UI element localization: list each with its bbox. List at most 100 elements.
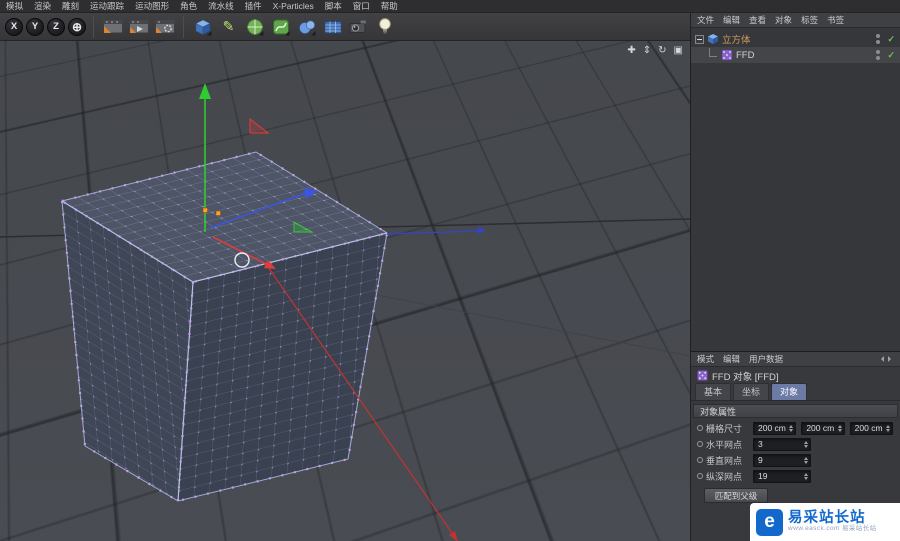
om-menu-bookmarks[interactable]: 书签 — [827, 14, 844, 26]
vertical-points-label: 垂直网点 — [706, 455, 743, 466]
am-menu-userdata[interactable]: 用户数据 — [749, 353, 783, 365]
render-visibility-dot[interactable] — [876, 56, 881, 60]
spinner-icon[interactable] — [804, 456, 808, 464]
grid-size-z-value: 200 cm — [854, 423, 883, 433]
menu-item-mograph[interactable]: 运动图形 — [135, 0, 169, 12]
am-menu-edit[interactable]: 编辑 — [723, 353, 740, 365]
horizontal-points-field[interactable]: 3 — [753, 437, 811, 451]
keyframe-dot-icon[interactable] — [697, 425, 703, 431]
subdivision-surface-button[interactable] — [243, 15, 266, 38]
selected-ffd-point[interactable] — [215, 210, 221, 216]
enabled-check-icon[interactable]: ✓ — [887, 50, 895, 61]
light-button[interactable] — [373, 15, 396, 38]
menu-item-character[interactable]: 角色 — [180, 0, 197, 12]
render-view-button[interactable] — [101, 15, 124, 38]
keyframe-dot-icon[interactable] — [697, 441, 703, 447]
grid-size-x-field[interactable]: 200 cm — [753, 421, 797, 435]
camera-button[interactable] — [347, 15, 370, 38]
object-row-cube[interactable]: 立方体 ✓ — [691, 31, 900, 47]
menu-item-script[interactable]: 脚本 — [325, 0, 342, 12]
pen-spline-button[interactable]: ✎ — [217, 15, 240, 38]
enabled-check-icon[interactable]: ✓ — [887, 34, 895, 45]
render-settings-button[interactable] — [153, 15, 176, 38]
perspective-viewport[interactable]: ✚ ⇕ ↻ ▣ — [0, 41, 690, 541]
menu-item-plugins[interactable]: 插件 — [245, 0, 262, 12]
render-visibility-dot[interactable] — [876, 40, 881, 44]
menu-item-xparticles[interactable]: X-Particles — [273, 1, 314, 11]
keyframe-dot-icon[interactable] — [697, 457, 703, 463]
menu-item-sculpt[interactable]: 雕刻 — [62, 0, 79, 12]
om-menu-objects[interactable]: 对象 — [775, 14, 792, 26]
grid-size-y-field[interactable]: 200 cm — [801, 421, 845, 435]
history-back-icon[interactable] — [878, 356, 884, 362]
grid-size-z-field[interactable]: 200 cm — [849, 421, 893, 435]
keyframe-dot-icon[interactable] — [697, 473, 703, 479]
om-menu-view[interactable]: 查看 — [749, 14, 766, 26]
menu-item-pipeline[interactable]: 流水线 — [208, 0, 234, 12]
zoom-view-icon[interactable]: ⇕ — [643, 45, 651, 56]
cube-primitive-icon — [194, 19, 211, 35]
selected-ffd-point[interactable] — [202, 207, 208, 213]
tab-object[interactable]: 对象 — [771, 383, 808, 400]
menu-item-help[interactable]: 帮助 — [381, 0, 398, 12]
viewport-controls: ✚ ⇕ ↻ ▣ — [627, 45, 683, 56]
rotate-view-icon[interactable]: ↻ — [658, 45, 666, 56]
ffd-object-icon — [697, 370, 708, 381]
toolbar-separator — [183, 15, 184, 38]
watermark: e 易采站长站 www.easck.com 易采站长站 — [750, 503, 900, 541]
render-view-icon — [102, 19, 123, 34]
render-active-view-button[interactable] — [127, 15, 150, 38]
spinner-icon[interactable] — [885, 424, 890, 432]
volume-builder-button[interactable] — [295, 15, 318, 38]
object-name-ffd[interactable]: FFD — [736, 50, 754, 61]
primitive-cube-button[interactable] — [191, 15, 214, 38]
expand-collapse-icon[interactable] — [695, 34, 704, 44]
om-menu-tags[interactable]: 标签 — [801, 14, 818, 26]
depth-points-row: 纵深网点 19 — [691, 468, 900, 484]
pan-view-icon[interactable]: ✚ — [627, 45, 635, 56]
render-settings-icon — [154, 19, 175, 34]
editor-visibility-dot[interactable] — [876, 50, 881, 54]
z-axis-lock-button[interactable]: Z — [47, 17, 65, 36]
menu-item-motion-tracking[interactable]: 运动跟踪 — [90, 0, 124, 12]
y-axis-lock-button[interactable]: Y — [26, 17, 44, 36]
light-bulb-icon — [378, 18, 391, 34]
menu-item-window[interactable]: 窗口 — [353, 0, 370, 12]
history-forward-icon[interactable] — [888, 356, 894, 362]
vertical-points-value: 9 — [758, 455, 763, 465]
object-row-ffd[interactable]: FFD ✓ — [691, 47, 900, 63]
cube-object-icon — [708, 34, 718, 44]
spinner-icon[interactable] — [804, 472, 808, 480]
menu-item-simulate[interactable]: 模拟 — [6, 0, 23, 12]
x-axis-lock-button[interactable]: X — [5, 17, 23, 36]
maximize-view-icon[interactable]: ▣ — [674, 45, 683, 56]
history-nav — [878, 356, 894, 362]
coordinate-system-button[interactable]: ⊕ — [68, 17, 86, 36]
ffd-cube-object[interactable] — [59, 150, 390, 503]
visibility-toggles[interactable] — [876, 34, 881, 44]
om-menu-file[interactable]: 文件 — [697, 14, 714, 26]
object-tree: 立方体 ✓ FFD ✓ — [691, 28, 900, 351]
toolbar-separator — [93, 15, 94, 38]
menu-item-render[interactable]: 渲染 — [34, 0, 51, 12]
vertical-points-field[interactable]: 9 — [753, 453, 811, 467]
floor-environment-button[interactable] — [321, 15, 344, 38]
visibility-toggles[interactable] — [876, 50, 881, 60]
tab-basic[interactable]: 基本 — [695, 383, 732, 400]
spinner-icon[interactable] — [789, 424, 794, 432]
om-menu-edit[interactable]: 编辑 — [723, 14, 740, 26]
object-name-cube[interactable]: 立方体 — [722, 32, 751, 46]
tab-coordinates[interactable]: 坐标 — [733, 383, 770, 400]
spinner-icon[interactable] — [804, 440, 808, 448]
fit-to-parent-button[interactable]: 匹配到父级 — [704, 488, 768, 503]
section-title: 对象属性 — [700, 406, 737, 417]
deformer-button[interactable] — [269, 15, 292, 38]
spinner-icon[interactable] — [837, 424, 842, 432]
object-properties-section[interactable]: 对象属性 — [693, 404, 898, 418]
gizmo-plane-handle-red[interactable] — [249, 117, 270, 134]
subdivision-surface-icon — [246, 18, 263, 35]
am-menu-mode[interactable]: 模式 — [697, 353, 714, 365]
depth-points-field[interactable]: 19 — [753, 469, 811, 483]
editor-visibility-dot[interactable] — [876, 34, 881, 38]
floor-icon — [324, 20, 341, 33]
